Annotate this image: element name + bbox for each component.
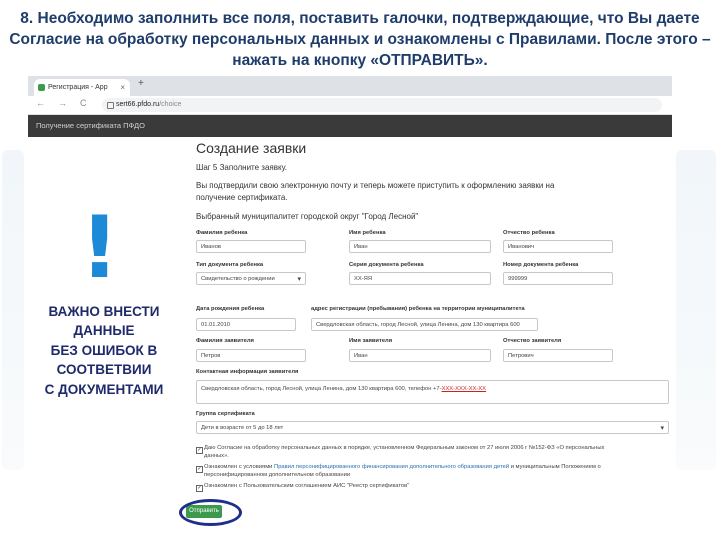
applicant-lastname-label: Фамилия заявителя [196, 338, 254, 344]
consent-text-rules: Ознакомлен с условиями Правил персонифиц… [204, 464, 669, 479]
consent-personal-data-line-1: Даю Согласие на обработку персональных д… [204, 445, 605, 451]
form-title: Создание заявки [196, 140, 307, 156]
consent-text-agreement: Ознакомлен с Пользовательским соглашение… [204, 483, 410, 489]
warning-line-5: С ДОКУМЕНТАМИ [44, 381, 164, 397]
child-lastname-input[interactable]: Иванов [196, 240, 306, 253]
background-pattern-right [676, 150, 716, 470]
child-patronymic-label: Отчество ребенка [503, 230, 555, 236]
site-header: Получение сертификата ПФДО [28, 115, 672, 137]
rules-link[interactable]: Правил персонифицированного финансирован… [274, 464, 509, 470]
browser-toolbar: ← → C sert66.pfdo.ru/choice [28, 96, 672, 115]
form-intro-line-2: получение сертификата. [196, 193, 288, 202]
applicant-firstname-input[interactable]: Иван [349, 349, 491, 362]
contact-textarea[interactable]: Свердловская область, город Лесной, улиц… [196, 380, 669, 404]
site-favicon-icon [38, 84, 45, 91]
doc-series-input[interactable]: XX-ЯЯ [349, 272, 491, 285]
lock-icon [107, 102, 114, 109]
consent-rules-tail: и муниципальным Положением о [509, 464, 601, 470]
address-bar[interactable]: sert66.pfdo.ru/choice [102, 98, 662, 112]
submit-highlight-ring [179, 499, 242, 526]
applicant-patronymic-label: Отчество заявителя [503, 338, 562, 344]
doc-number-label: Номер документа ребенка [503, 262, 579, 268]
back-arrow-icon[interactable]: ← [36, 98, 45, 108]
applicant-patronymic-input[interactable]: Петрович [503, 349, 613, 362]
consent-text-personal-data: Даю Согласие на обработку персональных д… [204, 445, 669, 460]
warning-callout-text: ВАЖНО ВНЕСТИ ДАННЫЕ БЕЗ ОШИБОК В СООТВЕТ… [30, 302, 178, 399]
warning-line-3: БЕЗ ОШИБОК В [50, 342, 158, 358]
warning-line-4: СООТВЕТВИИ [56, 362, 152, 378]
doc-number-input[interactable]: 999999 [503, 272, 613, 285]
browser-tab[interactable]: Регистрация - Арр × [34, 79, 130, 96]
tab-close-icon[interactable]: × [120, 79, 125, 96]
municipality-text: Выбранный муниципалитет городской округ … [196, 212, 419, 221]
applicant-firstname-label: Имя заявителя [349, 338, 393, 344]
consent-rules-line-2: персонифицированном дополнительном образ… [204, 471, 351, 478]
birth-date-input[interactable]: 01.01.2010 [196, 318, 296, 331]
applicant-lastname-input[interactable]: Петров [196, 349, 306, 362]
doc-type-select[interactable]: Свидетельство о рождении [196, 272, 306, 285]
new-tab-icon[interactable]: + [138, 78, 144, 89]
child-firstname-input[interactable]: Иван [349, 240, 491, 253]
consent-checkbox-rules[interactable]: ✓ [196, 466, 203, 473]
contact-value: Свердловская область, город Лесной, улиц… [201, 386, 442, 392]
url-path: /choice [159, 101, 182, 108]
address-input[interactable]: Свердловская область, город Лесной, улиц… [311, 318, 538, 331]
contact-label: Контактная информация заявителя [196, 369, 299, 375]
consent-checkbox-personal-data[interactable]: ✓ [196, 447, 203, 454]
forward-arrow-icon[interactable]: → [58, 98, 67, 108]
url-host: sert66.pfdo.ru [116, 101, 160, 108]
address-label: адрес регистрации (пребывания) ребенка н… [311, 306, 525, 312]
doc-series-label: Серия документа ребенка [349, 262, 424, 268]
consent-rules-text: Ознакомлен с условиями [204, 464, 275, 470]
doc-type-label: Тип документа ребенка [196, 262, 264, 268]
phone-mask: XXX-XXX-XX-XX [441, 386, 487, 392]
form-step: Шаг 5 Заполните заявку. [196, 163, 287, 172]
cert-group-select[interactable]: Дети в возрасте от 5 до 18 лет [196, 421, 669, 434]
birth-date-label: Дата рождения ребенка [196, 306, 265, 312]
child-patronymic-input[interactable]: Иванович [503, 240, 613, 253]
slide-title: 8. Необходимо заполнить все поля, постав… [9, 10, 711, 69]
exclamation-icon: ! [80, 198, 120, 298]
child-lastname-label: Фамилия ребенка [196, 230, 248, 236]
tab-title: Регистрация - Арр [48, 84, 108, 91]
warning-line-2: ДАННЫЕ [73, 323, 135, 339]
warning-line-1: ВАЖНО ВНЕСТИ [48, 304, 160, 319]
consent-checkbox-agreement[interactable]: ✓ [196, 485, 203, 492]
background-pattern-left [2, 150, 24, 470]
reload-icon[interactable]: C [80, 98, 87, 108]
cert-group-label: Группа сертификата [196, 411, 255, 417]
child-firstname-label: Имя ребенка [349, 230, 386, 236]
browser-tab-bar: Регистрация - Арр × + [28, 76, 672, 96]
form-intro-line-1: Вы подтвердили свою электронную почту и … [196, 181, 555, 190]
consent-personal-data-line-2: данных». [204, 452, 229, 459]
